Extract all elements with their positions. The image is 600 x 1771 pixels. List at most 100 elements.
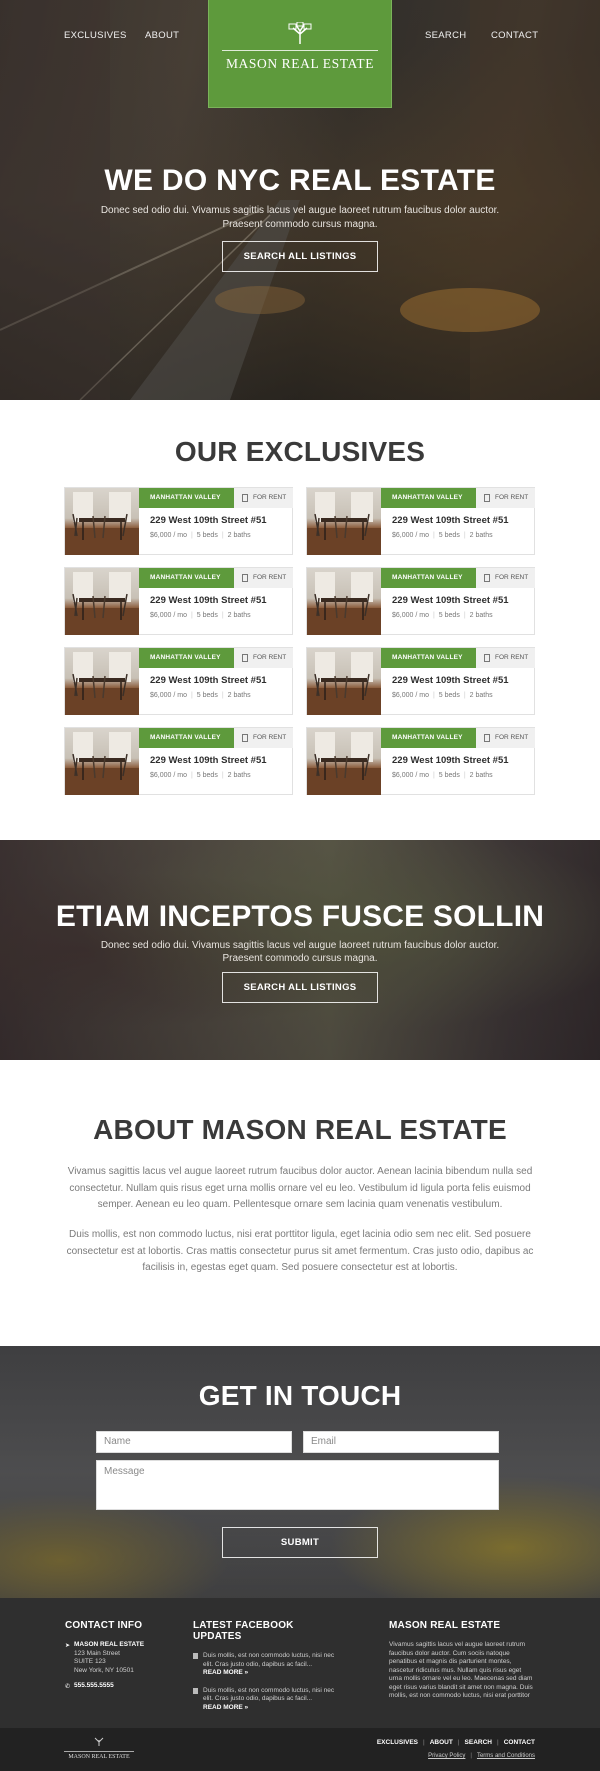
footer-phone[interactable]: 555.555.5555 bbox=[74, 1682, 175, 1691]
listing-photo[interactable] bbox=[65, 488, 139, 555]
listing-meta: $6,000 / mo | 5 beds | 2 baths bbox=[150, 612, 251, 619]
neighborhood-badge: MANHATTAN VALLEY bbox=[139, 648, 234, 668]
privacy-policy-link[interactable]: Privacy Policy bbox=[428, 1753, 465, 1759]
listing-baths: 2 baths bbox=[469, 692, 493, 699]
listing-address[interactable]: 229 West 109th Street #51 bbox=[392, 515, 509, 526]
dining-room-image bbox=[65, 732, 139, 795]
listing-address[interactable]: 229 West 109th Street #51 bbox=[150, 515, 267, 526]
dining-room-image bbox=[307, 732, 381, 795]
listing-photo[interactable] bbox=[65, 648, 139, 715]
nav-about-link[interactable]: ABOUT bbox=[145, 30, 179, 41]
listing-price: $6,000 / mo bbox=[392, 772, 429, 779]
subfooter-search-link[interactable]: SEARCH bbox=[465, 1739, 492, 1746]
listing-card[interactable]: MANHATTAN VALLEY FOR RENT 229 West 109th S… bbox=[306, 727, 535, 795]
legal-links: Privacy Policy | Terms and Conditions bbox=[428, 1753, 535, 1759]
separator: | bbox=[457, 1739, 460, 1746]
facebook-icon bbox=[193, 1653, 198, 1659]
listing-card[interactable]: MANHATTAN VALLEY FOR RENT 229 West 109th S… bbox=[306, 647, 535, 715]
read-more-link[interactable]: READ MORE » bbox=[203, 1669, 343, 1678]
listing-beds: 5 beds bbox=[438, 692, 460, 699]
separator: | bbox=[221, 772, 224, 779]
footer-city: New York, NY 10501 bbox=[74, 1666, 134, 1674]
top-nav: EXCLUSIVES ABOUT SEARCH CONTACT MASON RE… bbox=[0, 0, 600, 110]
exclusives-title: OUR EXCLUSIVES bbox=[174, 436, 426, 467]
footer-company-name: MASON REAL ESTATE bbox=[74, 1641, 145, 1648]
listing-meta: $6,000 / mo | 5 beds | 2 baths bbox=[392, 692, 493, 699]
about-section: ABOUT MASON REAL ESTATE Vivamus sagittis… bbox=[0, 1060, 600, 1346]
terms-link[interactable]: Terms and Conditions bbox=[477, 1753, 535, 1759]
listing-photo[interactable] bbox=[65, 728, 139, 795]
listing-card[interactable]: MANHATTAN VALLEY FOR RENT 229 West 109th S… bbox=[64, 487, 293, 555]
subfooter-contact-link[interactable]: CONTACT bbox=[504, 1739, 535, 1746]
separator: | bbox=[221, 612, 224, 619]
listing-price: $6,000 / mo bbox=[150, 532, 187, 539]
submit-button[interactable]: SUBMIT bbox=[222, 1527, 378, 1558]
listing-address[interactable]: 229 West 109th Street #51 bbox=[150, 675, 267, 686]
status-label: FOR RENT bbox=[253, 654, 287, 661]
status-label: FOR RENT bbox=[253, 734, 287, 741]
listing-baths: 2 baths bbox=[227, 772, 251, 779]
subfooter-exclusives-link[interactable]: EXCLUSIVES bbox=[377, 1739, 418, 1746]
listing-address[interactable]: 229 West 109th Street #51 bbox=[392, 675, 509, 686]
listing-photo[interactable] bbox=[65, 568, 139, 635]
listing-address[interactable]: 229 West 109th Street #51 bbox=[150, 595, 267, 606]
nav-contact-link[interactable]: CONTACT bbox=[491, 30, 538, 41]
listing-card[interactable]: MANHATTAN VALLEY FOR RENT 229 West 109th S… bbox=[306, 487, 535, 555]
listing-card[interactable]: MANHATTAN VALLEY FOR RENT 229 West 109th S… bbox=[64, 567, 293, 635]
facebook-post-text: Duis mollis, est non commodo luctus, nis… bbox=[203, 1652, 335, 1668]
listing-photo[interactable] bbox=[307, 568, 381, 635]
listing-card[interactable]: MANHATTAN VALLEY FOR RENT 229 West 109th S… bbox=[306, 567, 535, 635]
nav-search-link[interactable]: SEARCH bbox=[425, 30, 466, 41]
listing-photo[interactable] bbox=[307, 728, 381, 795]
listing-card[interactable]: MANHATTAN VALLEY FOR RENT 229 West 109th S… bbox=[64, 727, 293, 795]
neighborhood-badge: MANHATTAN VALLEY bbox=[381, 648, 476, 668]
email-input[interactable]: Email bbox=[303, 1431, 499, 1453]
hero-section: EXCLUSIVES ABOUT SEARCH CONTACT MASON RE… bbox=[0, 0, 600, 400]
listing-price: $6,000 / mo bbox=[392, 692, 429, 699]
dining-room-image bbox=[65, 652, 139, 715]
facebook-post: Duis mollis, est non commodo luctus, nis… bbox=[193, 1687, 343, 1713]
neighborhood-badge: MANHATTAN VALLEY bbox=[139, 728, 234, 748]
name-input[interactable]: Name bbox=[96, 1431, 292, 1453]
status-badge: FOR RENT bbox=[476, 568, 535, 588]
footer: CONTACT INFO ➤ MASON REAL ESTATE 123 Mai… bbox=[0, 1598, 600, 1728]
subfooter-logo[interactable]: MASON REAL ESTATE bbox=[64, 1736, 134, 1760]
neighborhood-badge: MANHATTAN VALLEY bbox=[139, 488, 234, 508]
listing-address[interactable]: 229 West 109th Street #51 bbox=[150, 755, 267, 766]
search-all-listings-button[interactable]: SEARCH ALL LISTINGS bbox=[222, 241, 378, 272]
listing-meta: $6,000 / mo | 5 beds | 2 baths bbox=[392, 532, 493, 539]
message-textarea[interactable]: Message bbox=[96, 1460, 499, 1510]
listing-baths: 2 baths bbox=[469, 612, 493, 619]
listing-meta: $6,000 / mo | 5 beds | 2 baths bbox=[150, 532, 251, 539]
dining-room-image bbox=[307, 492, 381, 555]
contact-title: GET IN TOUCH bbox=[198, 1380, 402, 1411]
listing-beds: 5 beds bbox=[438, 772, 460, 779]
status-badge: FOR RENT bbox=[476, 488, 535, 508]
building-icon bbox=[242, 494, 248, 502]
listing-address[interactable]: 229 West 109th Street #51 bbox=[392, 755, 509, 766]
dining-room-image bbox=[65, 572, 139, 635]
nav-exclusives-link[interactable]: EXCLUSIVES bbox=[64, 30, 127, 41]
listing-card[interactable]: MANHATTAN VALLEY FOR RENT 229 West 109th S… bbox=[64, 647, 293, 715]
subfooter-about-link[interactable]: ABOUT bbox=[430, 1739, 453, 1746]
logo[interactable]: MASON REAL ESTATE bbox=[208, 0, 392, 108]
status-label: FOR RENT bbox=[495, 734, 529, 741]
footer-contact-heading: CONTACT INFO bbox=[65, 1620, 143, 1631]
listing-address[interactable]: 229 West 109th Street #51 bbox=[392, 595, 509, 606]
listing-photo[interactable] bbox=[307, 488, 381, 555]
neighborhood-badge: MANHATTAN VALLEY bbox=[381, 488, 476, 508]
separator: | bbox=[497, 1739, 499, 1746]
status-badge: FOR RENT bbox=[234, 648, 293, 668]
subfooter-nav: EXCLUSIVES | ABOUT | SEARCH | CONTACT bbox=[377, 1739, 535, 1746]
banner-search-all-listings-button[interactable]: SEARCH ALL LISTINGS bbox=[222, 972, 378, 1003]
listing-price: $6,000 / mo bbox=[392, 532, 429, 539]
separator: | bbox=[221, 692, 224, 699]
listing-beds: 5 beds bbox=[196, 772, 218, 779]
read-more-link[interactable]: READ MORE » bbox=[203, 1704, 343, 1713]
separator: | bbox=[221, 532, 224, 539]
banner-subtitle: Donec sed odio dui. Vivamus sagittis lac… bbox=[100, 940, 500, 964]
listing-baths: 2 baths bbox=[227, 532, 251, 539]
hero-subtitle: Donec sed odio dui. Vivamus sagittis lac… bbox=[100, 205, 500, 230]
subfooter-logo-text: MASON REAL ESTATE bbox=[64, 1751, 134, 1760]
listing-photo[interactable] bbox=[307, 648, 381, 715]
